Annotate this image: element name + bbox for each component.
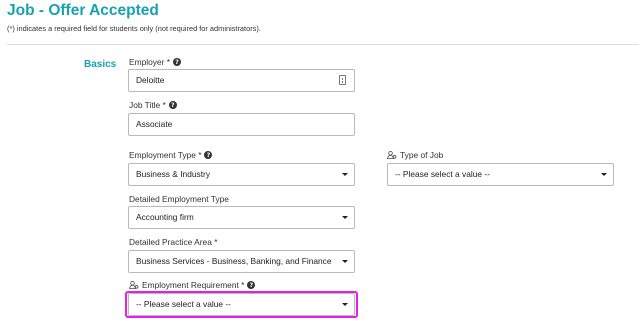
help-icon[interactable]: ? [168, 101, 177, 109]
type-of-job-label-group: Type of Job [387, 150, 443, 160]
detailed-practice-area-label-group: Detailed Practice Area * [129, 237, 217, 247]
focus-highlight [125, 291, 358, 318]
detailed-employment-type-label-group: Detailed Employment Type [129, 194, 229, 204]
detailed-practice-area-label: Detailed Practice Area * [129, 237, 218, 247]
type-of-job-label: Type of Job [400, 150, 444, 160]
employment-type-label: Employment Type * [129, 150, 202, 160]
employer-label-group: Employer * ? [129, 57, 181, 67]
type-of-job-select[interactable]: -- Please select a value -- [387, 163, 614, 186]
employer-value: Deloitte [136, 75, 165, 85]
help-icon[interactable]: ? [247, 281, 256, 289]
admin-only-icon [129, 281, 139, 289]
detailed-employment-type-select[interactable]: Accounting firm [128, 206, 355, 229]
help-icon[interactable]: ? [204, 151, 213, 159]
chevron-down-icon [342, 260, 348, 263]
employment-type-select[interactable]: Business & Industry [128, 163, 355, 186]
employment-type-label-group: Employment Type * ? [129, 150, 213, 160]
chevron-down-icon [342, 216, 348, 219]
job-title-value: Associate [136, 119, 173, 129]
detailed-employment-type-value: Accounting firm [136, 212, 194, 222]
employment-requirement-label: Employment Requirement * [142, 280, 245, 290]
lookup-icon[interactable] [339, 75, 346, 85]
page-title: Job - Offer Accepted [7, 2, 159, 19]
detailed-practice-area-select[interactable]: Business Services - Business, Banking, a… [128, 250, 355, 273]
employer-field[interactable]: Deloitte [128, 69, 355, 92]
detailed-practice-area-value: Business Services - Business, Banking, a… [136, 256, 332, 266]
job-title-label: Job Title * [129, 100, 166, 110]
section-label-basics: Basics [84, 59, 117, 70]
required-field-note: (*) indicates a required field for stude… [7, 24, 261, 33]
detailed-employment-type-label: Detailed Employment Type [129, 194, 229, 204]
help-icon[interactable]: ? [172, 58, 181, 66]
admin-only-icon [387, 151, 397, 159]
job-title-field[interactable]: Associate [128, 113, 355, 136]
employment-type-value: Business & Industry [136, 169, 211, 179]
employer-label: Employer * [129, 57, 170, 67]
chevron-down-icon [601, 173, 607, 176]
job-title-label-group: Job Title * ? [129, 100, 177, 110]
header-divider [7, 44, 639, 45]
chevron-down-icon [342, 173, 348, 176]
type-of-job-value: -- Please select a value -- [395, 169, 490, 179]
employment-requirement-label-group: Employment Requirement * ? [129, 280, 256, 290]
